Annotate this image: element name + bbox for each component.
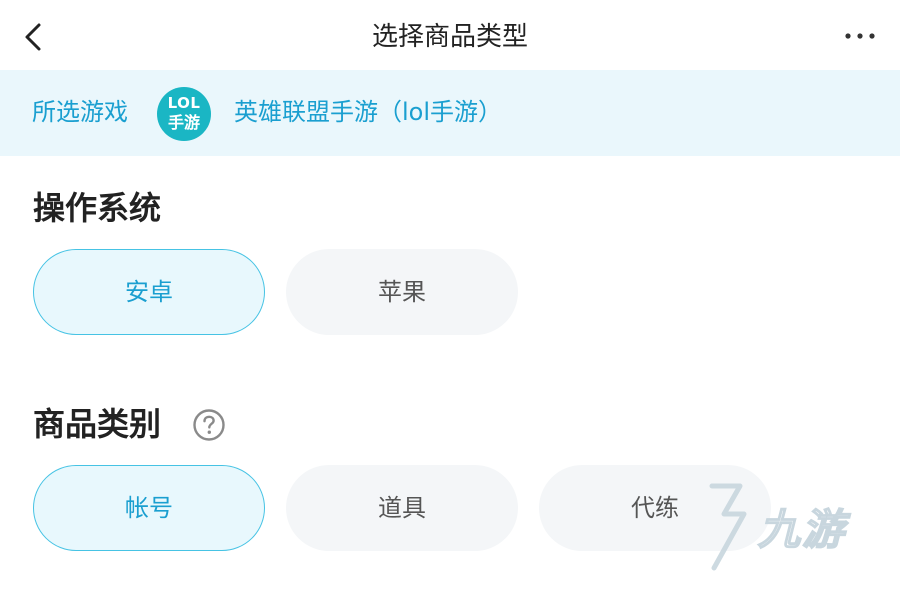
game-logo-line1: LOL	[167, 94, 201, 112]
selected-game-label: 所选游戏	[32, 98, 128, 126]
selected-game-name: 英雄联盟手游（lol手游）	[234, 98, 503, 126]
game-logo-line2: 手游	[167, 113, 200, 132]
os-option-android[interactable]: 安卓	[33, 249, 265, 335]
os-section-title: 操作系统	[33, 189, 162, 227]
watermark-text: 九游	[757, 504, 847, 555]
question-circle-icon	[193, 409, 225, 441]
page-title: 选择商品类型	[371, 22, 528, 52]
top-bar: 选择商品类型	[0, 0, 900, 70]
help-button[interactable]	[192, 408, 226, 442]
os-option-ios[interactable]: 苹果	[286, 249, 518, 335]
category-section-title: 商品类别	[33, 405, 162, 443]
category-option-boosting[interactable]: 代练	[539, 465, 771, 551]
game-logo: LOL 手游	[157, 87, 211, 141]
selected-game-bar[interactable]: 所选游戏 LOL 手游 英雄联盟手游（lol手游）	[0, 70, 900, 156]
screen: 选择商品类型 所选游戏 LOL 手游 英雄联盟手游（lol手游） 操作系统 安卓…	[0, 0, 900, 601]
category-option-item[interactable]: 道具	[286, 465, 518, 551]
category-option-account[interactable]: 帐号	[33, 465, 265, 551]
more-horizontal-icon	[845, 33, 875, 39]
more-button[interactable]	[842, 18, 878, 54]
